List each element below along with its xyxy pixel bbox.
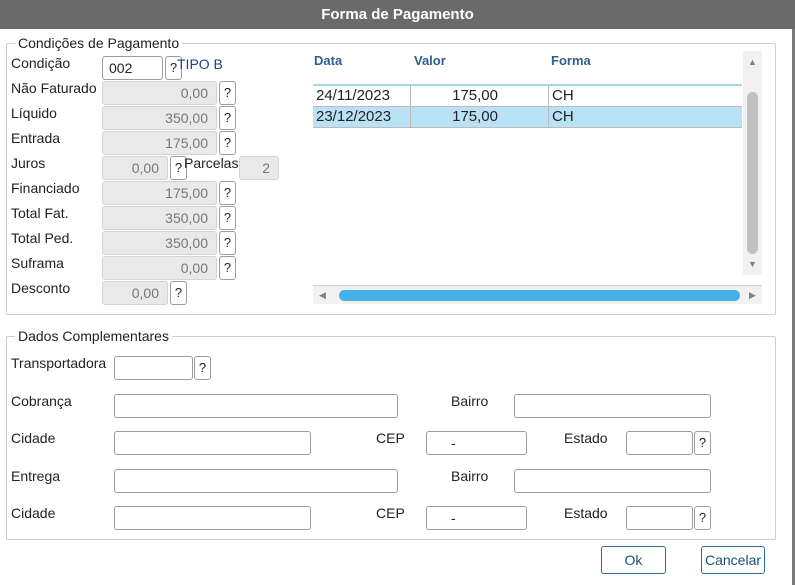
nao-faturado-label: Não Faturado [11,80,97,96]
installment-date: 24/11/2023 [313,86,411,106]
condicao-tipo-text: TIPO B [177,56,223,72]
entrega-estado-help-button[interactable]: ? [694,506,711,530]
financiado-value: 175,00 [102,181,217,205]
juros-value: 0,00 [102,156,168,180]
suframa-value: 0,00 [102,256,217,280]
parcelas-value: 2 [239,156,279,180]
dialog-title: Forma de Pagamento [0,0,795,29]
nao-faturado-help-button[interactable]: ? [219,81,236,105]
installment-value: 175,00 [411,86,549,106]
entrega-cidade-label: Cidade [11,505,56,521]
payment-conditions-legend: Condições de Pagamento [18,35,180,51]
complementary-data-legend: Dados Complementares [18,328,169,344]
cobranca-label: Cobrança [11,393,72,409]
liquido-label: Líquido [11,105,57,121]
transportadora-input[interactable] [114,356,193,380]
cobranca-cidade-label: Cidade [11,430,56,446]
installment-form: CH [552,87,574,104]
nao-faturado-value: 0,00 [102,81,217,105]
column-header-valor[interactable]: Valor [414,53,446,68]
cobranca-estado-input[interactable] [626,431,693,455]
condicao-label: Condição [11,55,71,71]
entrega-input[interactable] [114,469,398,493]
parcelas-label: Parcelas [184,155,239,171]
desconto-help-button[interactable]: ? [170,281,187,305]
suframa-help-button[interactable]: ? [219,256,236,280]
entrega-bairro-input[interactable] [514,469,711,493]
entrega-estado-input[interactable] [626,506,693,530]
installment-form: CH [552,108,574,125]
grid-vertical-scrollbar[interactable]: ▲ ▼ [743,51,762,275]
installments-grid: 24/11/2023 175,00 CH 23/12/2023 175,00 C… [313,84,742,128]
entrada-value: 175,00 [102,131,217,155]
ok-button[interactable]: Ok [601,546,666,574]
entrada-label: Entrada [11,130,61,146]
total-fat-value: 350,00 [102,206,217,230]
scroll-up-icon[interactable]: ▲ [748,57,757,67]
liquido-help-button[interactable]: ? [219,106,236,130]
cobranca-estado-label: Estado [564,430,608,446]
liquido-value: 350,00 [102,106,217,130]
scroll-left-icon[interactable]: ◀ [319,290,326,300]
financiado-label: Financiado [11,180,80,196]
cobranca-input[interactable] [114,394,398,418]
desconto-label: Desconto [11,280,71,296]
entrega-cep-input[interactable]: - [426,506,527,530]
scroll-right-icon[interactable]: ▶ [749,290,756,300]
column-header-forma[interactable]: Forma [551,53,591,68]
juros-label: Juros [11,155,46,171]
installment-value: 175,00 [411,107,549,127]
cobranca-bairro-input[interactable] [514,394,711,418]
total-fat-label: Total Fat. [11,205,69,221]
suframa-label: Suframa [11,255,64,271]
installment-row[interactable]: 24/11/2023 175,00 CH [313,86,742,107]
financiado-help-button[interactable]: ? [219,181,236,205]
entrega-bairro-label: Bairro [451,468,489,484]
grid-horizontal-scrollbar[interactable]: ◀ ▶ [313,285,762,304]
desconto-value: 0,00 [102,281,168,305]
entrega-estado-label: Estado [564,505,608,521]
entrega-cep-label: CEP [376,505,405,521]
entrada-help-button[interactable]: ? [219,131,236,155]
installment-row-selected[interactable]: 23/12/2023 175,00 CH [313,107,742,128]
installment-date: 23/12/2023 [313,107,411,127]
total-fat-help-button[interactable]: ? [219,206,236,230]
transportadora-label: Transportadora [11,355,107,371]
cancel-button[interactable]: Cancelar [701,546,765,574]
condicao-input[interactable]: 002 [102,56,163,80]
cobranca-cep-input[interactable]: - [426,431,527,455]
entrega-label: Entrega [11,468,61,484]
transportadora-help-button[interactable]: ? [194,356,211,380]
total-ped-value: 350,00 [102,231,217,255]
total-ped-label: Total Ped. [11,230,74,246]
scroll-down-icon[interactable]: ▼ [748,259,757,269]
total-ped-help-button[interactable]: ? [219,231,236,255]
grid-horizontal-scroll-thumb[interactable] [339,290,740,301]
cobranca-bairro-label: Bairro [451,393,489,409]
grid-vertical-scroll-thumb[interactable] [747,92,758,254]
column-header-data[interactable]: Data [314,53,342,68]
entrega-cidade-input[interactable] [114,506,311,530]
cobranca-cep-label: CEP [376,430,405,446]
cobranca-estado-help-button[interactable]: ? [694,431,711,455]
cobranca-cidade-input[interactable] [114,431,311,455]
